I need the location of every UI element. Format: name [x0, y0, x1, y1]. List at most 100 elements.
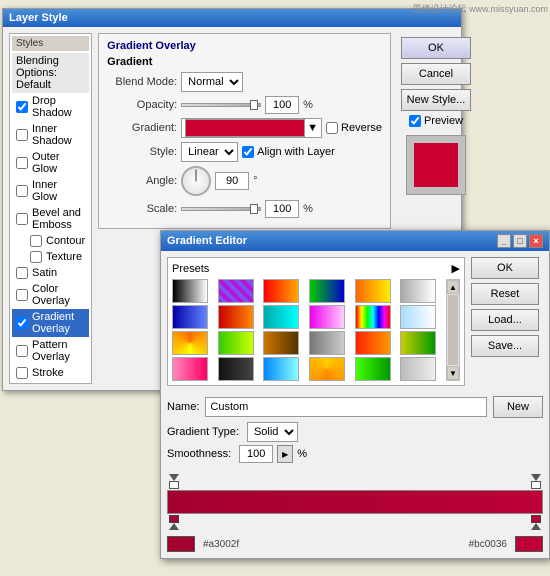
sidebar-item-blending[interactable]: Blending Options: Default: [12, 53, 89, 93]
preset-swatch[interactable]: [400, 331, 436, 355]
new-button[interactable]: New: [493, 396, 543, 418]
contour-checkbox[interactable]: [30, 235, 42, 247]
drop-shadow-checkbox[interactable]: [16, 101, 28, 113]
sidebar-item-drop-shadow[interactable]: Drop Shadow: [12, 93, 89, 121]
preset-swatch[interactable]: [218, 305, 254, 329]
inner-glow-label: Inner Glow: [32, 179, 85, 203]
preset-swatch[interactable]: [309, 305, 345, 329]
ge-load-button[interactable]: Load...: [471, 309, 539, 331]
ge-reset-button[interactable]: Reset: [471, 283, 539, 305]
cancel-button[interactable]: Cancel: [401, 63, 471, 85]
gradient-overlay-checkbox[interactable]: [16, 317, 28, 329]
new-style-button[interactable]: New Style...: [401, 89, 471, 111]
bevel-emboss-checkbox[interactable]: [16, 213, 28, 225]
blend-mode-select[interactable]: Normal: [181, 72, 243, 92]
preset-swatch[interactable]: [355, 279, 391, 303]
opacity-stop-left[interactable]: [169, 474, 179, 489]
name-input[interactable]: [205, 397, 487, 417]
preset-swatch[interactable]: [355, 357, 391, 381]
blend-mode-label: Blend Mode:: [107, 76, 177, 88]
preset-swatch[interactable]: [400, 279, 436, 303]
scroll-up-arrow[interactable]: ▲: [447, 280, 459, 294]
pattern-overlay-label: Pattern Overlay: [32, 339, 85, 363]
sidebar-item-color-overlay[interactable]: Color Overlay: [12, 281, 89, 309]
preset-swatch[interactable]: [263, 331, 299, 355]
scroll-thumb[interactable]: [448, 295, 458, 365]
preset-swatch[interactable]: [400, 305, 436, 329]
opacity-slider[interactable]: [181, 103, 261, 107]
ge-ok-button[interactable]: OK: [471, 257, 539, 279]
sidebar-item-stroke[interactable]: Stroke: [12, 365, 89, 381]
preview-inner: [414, 143, 458, 187]
preset-swatch[interactable]: [355, 331, 391, 355]
color-overlay-checkbox[interactable]: [16, 289, 28, 301]
preset-swatch[interactable]: [263, 279, 299, 303]
gradient-type-select[interactable]: Solid: [247, 422, 298, 442]
gradient-picker-btn[interactable]: ▼: [181, 118, 322, 138]
gradient-dropdown-arrow[interactable]: ▼: [307, 122, 318, 134]
preset-swatch[interactable]: [309, 357, 345, 381]
pattern-overlay-checkbox[interactable]: [16, 345, 28, 357]
inner-shadow-checkbox[interactable]: [16, 129, 28, 141]
sidebar-item-inner-glow[interactable]: Inner Glow: [12, 177, 89, 205]
angle-label: Angle:: [107, 175, 177, 187]
preset-swatch[interactable]: [218, 357, 254, 381]
name-label: Name:: [167, 401, 199, 413]
opacity-unit: %: [303, 99, 313, 111]
presets-scrollbar[interactable]: ▲ ▼: [446, 279, 460, 381]
gradient-type-label: Gradient Type:: [167, 426, 239, 438]
align-layer-checkbox[interactable]: [242, 146, 254, 158]
close-btn[interactable]: ×: [529, 234, 543, 248]
preset-swatch[interactable]: [172, 331, 208, 355]
preset-swatch[interactable]: [172, 279, 208, 303]
name-row: Name: New: [161, 392, 549, 422]
style-select[interactable]: Linear: [181, 142, 238, 162]
preset-swatch[interactable]: [172, 305, 208, 329]
sidebar-item-texture[interactable]: Texture: [12, 249, 89, 265]
preset-swatch[interactable]: [263, 305, 299, 329]
sidebar-item-outer-glow[interactable]: Outer Glow: [12, 149, 89, 177]
smoothness-input[interactable]: [239, 445, 273, 463]
reverse-checkbox[interactable]: [326, 122, 338, 134]
preset-swatch[interactable]: [218, 279, 254, 303]
minimize-btn[interactable]: _: [497, 234, 511, 248]
preset-swatch[interactable]: [309, 279, 345, 303]
preview-checkbox[interactable]: [409, 115, 421, 127]
preset-swatch[interactable]: [355, 305, 391, 329]
angle-line: [196, 169, 197, 181]
presets-arrow-icon[interactable]: ▶: [452, 262, 460, 275]
outer-glow-checkbox[interactable]: [16, 157, 28, 169]
angle-dial[interactable]: [181, 166, 211, 196]
satin-checkbox[interactable]: [16, 267, 28, 279]
stop-color-swatch-right[interactable]: [515, 536, 543, 552]
scale-slider[interactable]: [181, 207, 261, 211]
ok-button[interactable]: OK: [401, 37, 471, 59]
opacity-input[interactable]: [265, 96, 299, 114]
sidebar-item-satin[interactable]: Satin: [12, 265, 89, 281]
inner-glow-checkbox[interactable]: [16, 185, 28, 197]
opacity-stop-right[interactable]: [531, 474, 541, 489]
sidebar-item-contour[interactable]: Contour: [12, 233, 89, 249]
preset-swatch[interactable]: [263, 357, 299, 381]
color-stop-left[interactable]: [169, 515, 179, 530]
preset-swatch[interactable]: [400, 357, 436, 381]
ge-save-button[interactable]: Save...: [471, 335, 539, 357]
restore-btn[interactable]: □: [513, 234, 527, 248]
gradient-bar-visual[interactable]: [167, 490, 543, 514]
sidebar-item-bevel-emboss[interactable]: Bevel and Emboss: [12, 205, 89, 233]
color-stop-right[interactable]: [531, 515, 541, 530]
preset-swatch[interactable]: [172, 357, 208, 381]
sidebar-item-gradient-overlay[interactable]: Gradient Overlay: [12, 309, 89, 337]
sidebar-item-inner-shadow[interactable]: Inner Shadow: [12, 121, 89, 149]
presets-label: Presets: [172, 263, 209, 275]
preset-swatch[interactable]: [309, 331, 345, 355]
stroke-checkbox[interactable]: [16, 367, 28, 379]
angle-input[interactable]: [215, 172, 249, 190]
scale-input[interactable]: [265, 200, 299, 218]
preset-swatch[interactable]: [218, 331, 254, 355]
smoothness-stepper[interactable]: ▶: [277, 445, 293, 463]
scroll-down-arrow[interactable]: ▼: [447, 366, 459, 380]
texture-checkbox[interactable]: [30, 251, 42, 263]
stop-color-swatch[interactable]: [167, 536, 195, 552]
sidebar-item-pattern-overlay[interactable]: Pattern Overlay: [12, 337, 89, 365]
